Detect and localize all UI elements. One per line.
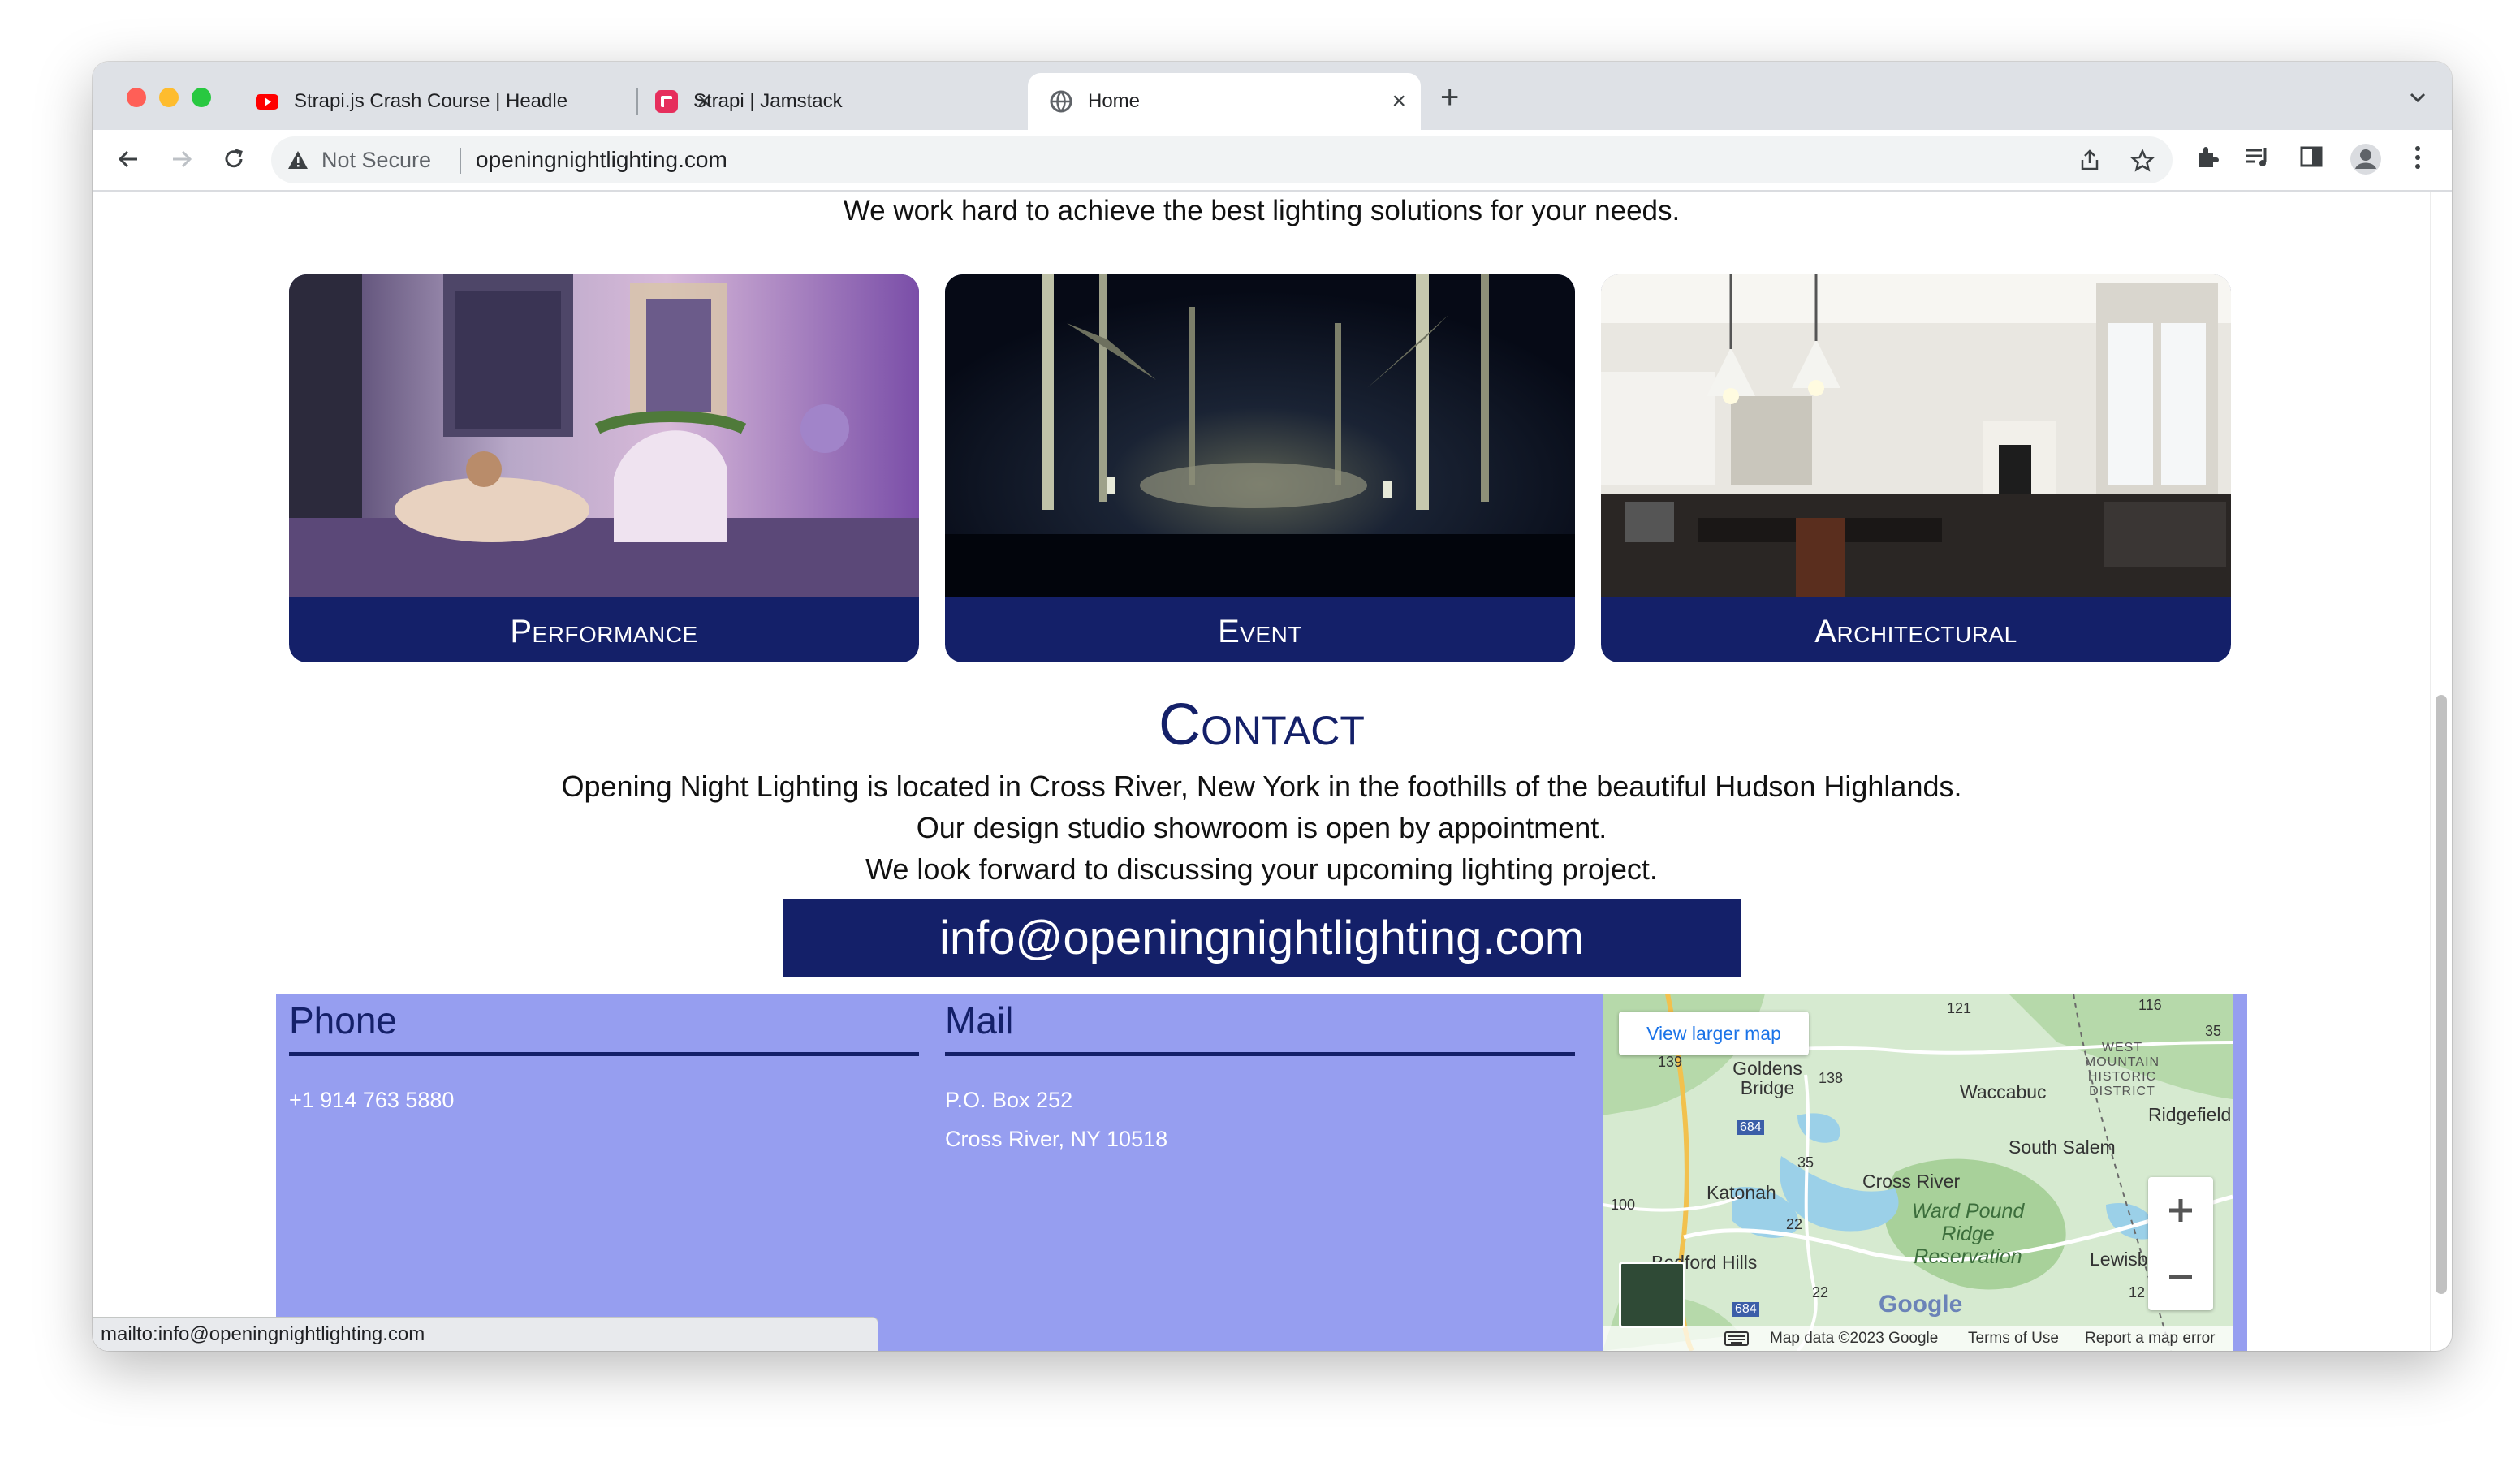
map-route-label: 35 <box>2205 1023 2222 1039</box>
reload-button[interactable] <box>214 140 253 179</box>
globe-icon <box>1050 90 1072 113</box>
status-bubble: mailto:info@openingnightlighting.com <box>93 1317 878 1351</box>
report-map-error-link[interactable]: Report a map error <box>2085 1330 2216 1348</box>
embedded-map[interactable]: View larger map Goldens Bridge Waccabuc … <box>1603 994 2233 1351</box>
tab-home[interactable]: Home × <box>1028 73 1421 130</box>
arrow-right-icon <box>173 150 192 168</box>
performance-photo <box>289 274 919 597</box>
new-tab-button[interactable]: + <box>1440 80 1459 116</box>
more-menu-icon[interactable] <box>2413 145 2423 170</box>
google-logo: Google <box>1879 1291 1963 1318</box>
mail-heading: Mail <box>945 994 1575 1056</box>
map-place-label: Waccabuc <box>1960 1081 2047 1102</box>
phone-number[interactable]: +1 914 763 5880 <box>289 1081 919 1119</box>
minus-icon <box>2169 1275 2192 1279</box>
arrow-left-icon <box>118 150 137 168</box>
map-place-label: South Salem <box>2009 1137 2116 1158</box>
map-route-label: 684 <box>1732 1302 1759 1317</box>
map-place-label: Goldens Bridge <box>1732 1058 1802 1098</box>
contact-line: Our design studio showroom is open by ap… <box>916 811 1607 844</box>
map-route-label: 100 <box>1611 1197 1636 1213</box>
back-button[interactable] <box>109 140 148 179</box>
tab-strip: Strapi.js Crash Course | Headle × Strapi… <box>93 62 2452 130</box>
phone-heading: Phone <box>289 994 919 1056</box>
extensions-icon[interactable] <box>2194 145 2220 170</box>
map-route-label: 35 <box>1797 1154 1814 1171</box>
service-card-event[interactable]: Event <box>945 274 1575 662</box>
address-bar[interactable]: Not Secure openingnightlighting.com <box>271 136 2173 183</box>
contact-line: We look forward to discussing your upcom… <box>865 852 1658 886</box>
map-place-label: Katonah <box>1707 1182 1776 1203</box>
youtube-icon <box>256 94 278 110</box>
map-place-label: Ward Pound Ridge Reservation <box>1911 1200 2025 1268</box>
tab-title: Strapi | Jamstack <box>693 90 843 112</box>
email-link-button[interactable]: info@openingnightlighting.com <box>783 899 1741 977</box>
map-attribution-bar: Map data ©2023 Google Terms of Use Repor… <box>1603 1326 2233 1351</box>
contact-heading: Contact <box>1159 692 1365 757</box>
chevron-down-icon[interactable] <box>2408 88 2427 107</box>
map-route-label: 22 <box>1786 1216 1803 1232</box>
reload-icon <box>225 149 243 168</box>
satellite-toggle-button[interactable] <box>1619 1262 1685 1328</box>
forward-button[interactable] <box>162 140 201 179</box>
map-zoom-controls <box>2148 1177 2213 1310</box>
map-route-label: 121 <box>1947 1000 1972 1016</box>
mail-line-1: P.O. Box 252 <box>945 1088 1073 1112</box>
contact-footer: Phone +1 914 763 5880 Mail P.O. Box 252 … <box>276 994 2247 1351</box>
zoom-in-button[interactable] <box>2148 1177 2213 1244</box>
mail-line-2: Cross River, NY 10518 <box>945 1127 1168 1151</box>
view-larger-map-link[interactable]: View larger map <box>1619 1012 1809 1055</box>
profile-avatar-icon[interactable] <box>2350 143 2382 175</box>
architectural-photo <box>1601 274 2231 597</box>
map-place-label: Lewisb <box>2090 1249 2148 1270</box>
side-panel-icon[interactable] <box>2299 145 2324 169</box>
map-place-label: Cross River <box>1862 1171 1961 1192</box>
zoom-window-button[interactable] <box>192 88 211 107</box>
warning-icon[interactable] <box>287 149 309 170</box>
map-place-label: WEST MOUNTAIN HISTORIC DISTRICT <box>2084 1041 2160 1098</box>
map-route-label: 22 <box>1812 1284 1829 1301</box>
map-route-label: 138 <box>1819 1070 1844 1086</box>
map-route-label: 116 <box>2138 997 2162 1013</box>
security-label[interactable]: Not Secure <box>321 148 431 173</box>
contact-line: Opening Night Lighting is located in Cro… <box>561 770 1962 803</box>
browser-window: Strapi.js Crash Course | Headle × Strapi… <box>93 62 2452 1351</box>
close-window-button[interactable] <box>127 88 146 107</box>
address-divider <box>460 148 461 174</box>
tab-separator <box>636 88 638 115</box>
mail-column: Mail P.O. Box 252 Cross River, NY 10518 <box>945 994 1575 1158</box>
service-card-architectural[interactable]: Architectural <box>1601 274 2231 662</box>
plus-icon <box>2169 1199 2192 1222</box>
url-text[interactable]: openingnightlighting.com <box>476 147 727 173</box>
phone-column: Phone +1 914 763 5880 <box>289 994 919 1119</box>
map-route-label: 684 <box>1737 1120 1764 1135</box>
map-place-label: Ridgefield <box>2148 1104 2232 1125</box>
media-queue-icon[interactable] <box>2244 145 2272 170</box>
share-icon[interactable] <box>2078 149 2101 171</box>
tab-title: Strapi.js Crash Course | Headle <box>294 90 568 112</box>
page-viewport: We work hard to achieve the best lightin… <box>93 192 2431 1351</box>
service-label: Architectural <box>1814 614 2017 649</box>
minimize-window-button[interactable] <box>159 88 179 107</box>
service-label: Performance <box>510 614 698 649</box>
map-attribution: Map data ©2023 Google <box>1770 1330 1939 1347</box>
strapi-icon <box>655 90 678 113</box>
zoom-out-button[interactable] <box>2148 1244 2213 1310</box>
scrollbar-thumb[interactable] <box>2436 695 2447 1294</box>
map-route-label: 139 <box>1658 1054 1683 1070</box>
intro-text: We work hard to achieve the best lightin… <box>843 195 1681 226</box>
bookmark-star-icon[interactable] <box>2130 149 2155 173</box>
keyboard-icon[interactable] <box>1724 1331 1749 1347</box>
event-photo <box>945 274 1575 597</box>
service-label: Event <box>1218 614 1302 649</box>
terms-link[interactable]: Terms of Use <box>1968 1330 2059 1348</box>
browser-toolbar: Not Secure openingnightlighting.com <box>93 130 2452 192</box>
map-route-label: 12 <box>2129 1284 2146 1301</box>
service-card-performance[interactable]: Performance <box>289 274 919 662</box>
mail-address: P.O. Box 252 Cross River, NY 10518 <box>945 1081 1575 1158</box>
tab-title: Home <box>1088 90 1141 112</box>
close-tab-icon[interactable]: × <box>1392 89 1406 114</box>
